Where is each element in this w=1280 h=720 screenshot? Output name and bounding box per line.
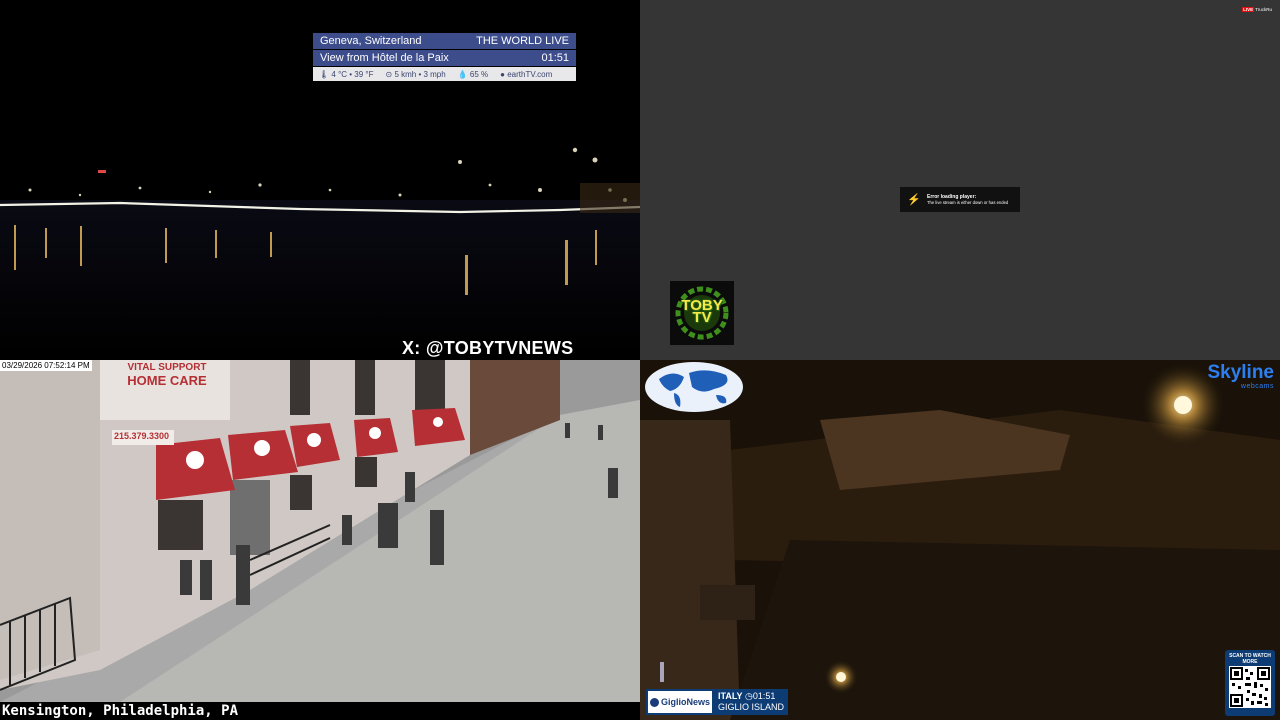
kensington-street-scene — [0, 360, 640, 702]
brand-label: THE WORLD LIVE — [476, 35, 569, 47]
news-logo-text: GiglioNews — [660, 697, 710, 707]
error-detail: The live stream is either down or has en… — [927, 200, 1009, 205]
giglio-harbor-scene — [640, 360, 1280, 720]
globe-icon: ● — [500, 69, 505, 79]
time-label: 01:51 — [752, 691, 776, 701]
news-dot-icon — [649, 697, 659, 707]
view-label: View from Hôtel de la Paix — [320, 52, 449, 64]
kensington-webcam-panel[interactable]: 03/29/2026 07:52:14 PM VITAL SUPPORT HOM… — [0, 360, 640, 720]
toby-tv-logo: TOBY TV — [670, 281, 734, 345]
wind-value: 5 kmh • 3 mph — [394, 69, 446, 79]
country-label: ITALY — [718, 691, 743, 701]
wind-icon: ⊙ — [385, 69, 393, 79]
giglio-news-bar: GiglioNews ITALY ◷01:51 GIGLIO ISLAND — [646, 689, 789, 715]
world-globe-icon — [645, 362, 743, 412]
qr-code-icon — [1229, 666, 1271, 708]
site-label: earthTV.com — [507, 69, 553, 79]
home-care-sign: VITAL SUPPORT HOME CARE — [108, 362, 226, 388]
humidity-icon: 💧 — [457, 69, 468, 79]
qr-label: SCAN TO WATCH MORE — [1229, 653, 1271, 665]
channel-label: TruckRu — [1255, 7, 1272, 12]
giglio-location-info: ITALY ◷01:51 GIGLIO ISLAND — [714, 689, 788, 715]
logo-text: TOBY TV — [681, 297, 723, 326]
skyline-sub: webcams — [1240, 383, 1274, 390]
place-label: GIGLIO ISLAND — [718, 702, 785, 712]
sign-top-text: VITAL SUPPORT — [127, 362, 207, 373]
error-message-box: ⚡ Error loading player: The live stream … — [900, 187, 1020, 212]
social-handle: X: @TOBYTVNEWS — [402, 338, 574, 358]
skyline-brand: Skyline — [1207, 362, 1274, 383]
geneva-webcam-panel[interactable]: Geneva, Switzerland THE WORLD LIVE View … — [0, 0, 640, 360]
earthtv-info-overlay: Geneva, Switzerland THE WORLD LIVE View … — [313, 33, 576, 81]
clock-icon: ◷ — [745, 691, 753, 701]
temperature-value: 4 °C • 39 °F — [331, 69, 374, 79]
thermometer-icon: 🌡 — [319, 69, 330, 79]
giglio-news-logo: GiglioNews — [646, 689, 714, 715]
error-player-panel[interactable]: LIVE TruckRu ⚡ Error loading player: The… — [640, 0, 1280, 360]
humidity-value: 65 % — [469, 69, 489, 79]
camera-timestamp: 03/29/2026 07:52:14 PM — [0, 360, 92, 371]
location-label: Geneva, Switzerland — [320, 35, 422, 47]
sign-main-text: HOME CARE — [127, 373, 207, 388]
live-channel-badge: LIVE TruckRu — [1242, 7, 1272, 12]
giglio-webcam-panel[interactable]: Skyline webcams GiglioNews ITALY ◷01:51 … — [640, 360, 1280, 720]
location-caption: Kensington, Philadelphia, PA — [2, 703, 239, 719]
time-label: 01:51 — [541, 52, 569, 64]
live-badge: LIVE — [1242, 7, 1255, 12]
skyline-webcams-logo: Skyline webcams — [1207, 362, 1274, 391]
error-broken-plug-icon: ⚡ — [907, 193, 921, 206]
sign-phone: 215.379.3300 — [114, 431, 170, 441]
qr-watch-more[interactable]: SCAN TO WATCH MORE — [1225, 650, 1275, 716]
